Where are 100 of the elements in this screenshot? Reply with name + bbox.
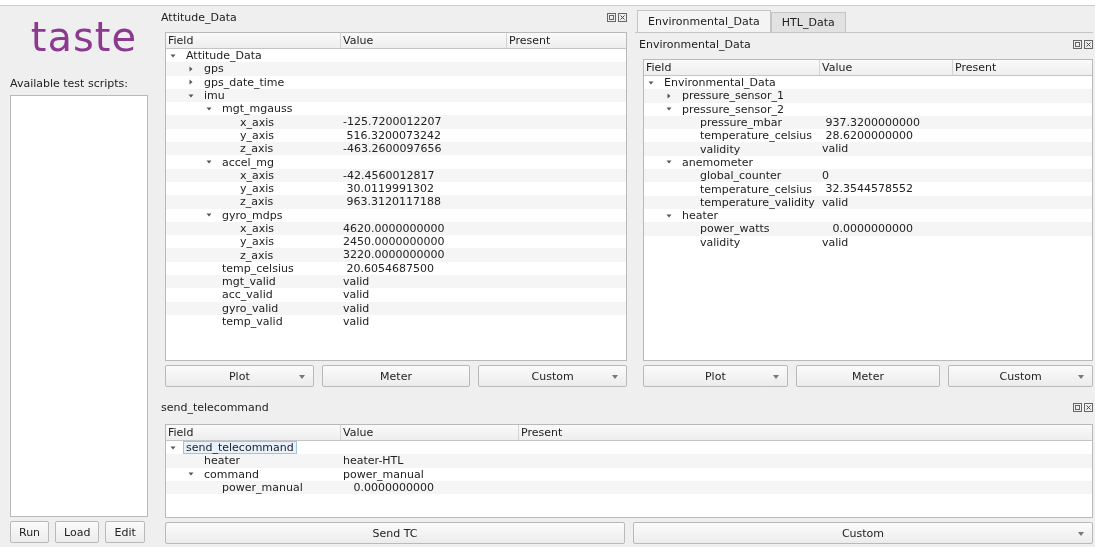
float-icon[interactable]	[607, 12, 616, 22]
value-cell: valid	[343, 301, 370, 315]
tree-item[interactable]: gps	[201, 62, 227, 76]
tree-item[interactable]: z_axis	[237, 248, 277, 262]
value-cell: power_manual	[343, 467, 424, 481]
tree-item[interactable]: y_axis	[237, 182, 278, 196]
expanded-arrow-icon[interactable]	[170, 444, 176, 451]
tree-item[interactable]: heater	[201, 454, 244, 468]
tree-item[interactable]: global_counter	[697, 169, 785, 183]
value-cell-text: 937.3200000000	[824, 115, 920, 130]
value-cell: valid	[822, 142, 849, 156]
tree-item[interactable]: z_axis	[237, 195, 277, 209]
tree-item[interactable]: accel_mg	[219, 155, 277, 169]
tree-item[interactable]: Environmental_Data	[661, 76, 779, 90]
tree-item[interactable]: power_manual	[219, 481, 306, 495]
tree-item[interactable]: temp_valid	[219, 315, 286, 329]
value-cell: 3220.0000000000	[343, 248, 445, 262]
value-cell-text: 0.0000000000	[831, 222, 913, 236]
collapsed-arrow-icon[interactable]	[188, 65, 194, 72]
tree-item[interactable]: y_axis	[237, 235, 278, 249]
tree-item[interactable]: imu	[201, 89, 228, 103]
value-cell-text: 516.3200073242	[345, 128, 441, 143]
tree-item[interactable]: temperature_celsius	[697, 129, 815, 143]
value-cell: valid	[343, 288, 370, 302]
column-header[interactable]: Value	[820, 60, 953, 75]
tree-item[interactable]: send_telecommand	[183, 441, 297, 455]
script-button[interactable]: Edit	[105, 521, 145, 543]
expanded-arrow-icon[interactable]	[666, 106, 672, 113]
expanded-arrow-icon[interactable]	[206, 212, 212, 219]
expanded-arrow-icon[interactable]	[648, 79, 654, 86]
tree-item[interactable]: Attitude_Data	[183, 49, 265, 63]
close-icon[interactable]	[618, 12, 627, 22]
value-cell: 4620.0000000000	[343, 221, 445, 236]
script-button[interactable]: Run	[10, 521, 50, 543]
tree-item[interactable]: pressure_sensor_2	[679, 102, 787, 116]
tree-item[interactable]: gps_date_time	[201, 75, 288, 89]
script-button[interactable]: Load	[55, 521, 100, 543]
tree-item[interactable]: acc_valid	[219, 288, 276, 302]
column-header[interactable]: Field	[644, 60, 820, 75]
column-header[interactable]: Value	[341, 33, 507, 48]
tree-item[interactable]: pressure_mbar	[697, 116, 785, 130]
column-header[interactable]: Present	[519, 425, 1092, 440]
value-cell-text: 30.0119991302	[345, 181, 434, 196]
tree-item[interactable]: mgt_valid	[219, 275, 279, 289]
tree-item[interactable]: command	[201, 467, 262, 481]
expanded-arrow-icon[interactable]	[188, 471, 194, 478]
expanded-arrow-icon[interactable]	[170, 52, 176, 59]
value-cell-text: 20.6054687500	[345, 261, 434, 276]
panel-button[interactable]: Send TC	[165, 522, 625, 544]
panel-title: Environmental_Data	[639, 37, 751, 51]
tree-item[interactable]: x_axis	[237, 222, 278, 235]
tree-item[interactable]: validity	[697, 142, 744, 156]
close-icon[interactable]	[1084, 402, 1093, 412]
scripts-label: Available test scripts:	[10, 77, 129, 90]
expanded-arrow-icon[interactable]	[206, 105, 212, 112]
value-cell: -42.4560012817	[343, 168, 435, 182]
float-icon[interactable]	[1073, 402, 1082, 412]
tree-item[interactable]: temp_celsius	[219, 261, 297, 275]
value-cell-text: 28.6200000000	[824, 129, 913, 143]
expanded-arrow-icon[interactable]	[666, 159, 672, 166]
panel-button[interactable]: Plot	[643, 365, 788, 387]
tree-item[interactable]: gyro_mdps	[219, 208, 286, 222]
panel-button[interactable]: Custom	[633, 522, 1093, 544]
tree-item[interactable]: gyro_valid	[219, 301, 282, 315]
panel-button[interactable]: Custom	[948, 365, 1093, 387]
expanded-arrow-icon[interactable]	[666, 212, 672, 219]
expanded-arrow-icon[interactable]	[188, 92, 194, 99]
column-header[interactable]: Field	[166, 33, 341, 48]
logo: taste	[30, 14, 138, 60]
column-header[interactable]: Present	[953, 60, 1092, 75]
value-cell: valid	[343, 275, 370, 289]
expanded-arrow-icon[interactable]	[206, 159, 212, 165]
column-header[interactable]: Present	[507, 33, 626, 48]
collapsed-arrow-icon[interactable]	[666, 92, 672, 99]
column-header[interactable]: Field	[166, 425, 341, 440]
column-header[interactable]: Value	[341, 425, 519, 440]
collapsed-arrow-icon[interactable]	[188, 79, 194, 86]
tree-item[interactable]: x_axis	[237, 115, 278, 129]
close-icon[interactable]	[1084, 39, 1093, 49]
tree-item[interactable]: temperature_validity	[697, 195, 818, 209]
tree-item[interactable]: temperature_celsius	[697, 182, 815, 196]
tree-item[interactable]: power_watts	[697, 222, 773, 236]
tab[interactable]: Environmental_Data	[637, 10, 771, 32]
tree-item[interactable]: heater	[679, 209, 722, 223]
panel-button[interactable]: Plot	[165, 365, 314, 387]
value-cell-text: 32.3544578552	[824, 182, 913, 196]
value-cell-text: 0.0000000000	[353, 480, 434, 495]
panel-button[interactable]: Meter	[795, 365, 941, 387]
panel-button[interactable]: Meter	[321, 365, 471, 387]
tree-item[interactable]: x_axis	[237, 168, 278, 182]
tree-item[interactable]: anemometer	[679, 155, 756, 169]
tree-item[interactable]: y_axis	[237, 128, 278, 142]
caret-icon	[612, 375, 618, 379]
value-cell: 0	[822, 169, 829, 183]
panel-button[interactable]: Custom	[478, 365, 627, 387]
tree-item[interactable]: mgt_mgauss	[219, 102, 296, 116]
float-icon[interactable]	[1073, 39, 1082, 49]
tree-item[interactable]: z_axis	[237, 142, 277, 156]
tree-item[interactable]: validity	[697, 235, 744, 249]
tab[interactable]: HTL_Data	[770, 12, 846, 32]
